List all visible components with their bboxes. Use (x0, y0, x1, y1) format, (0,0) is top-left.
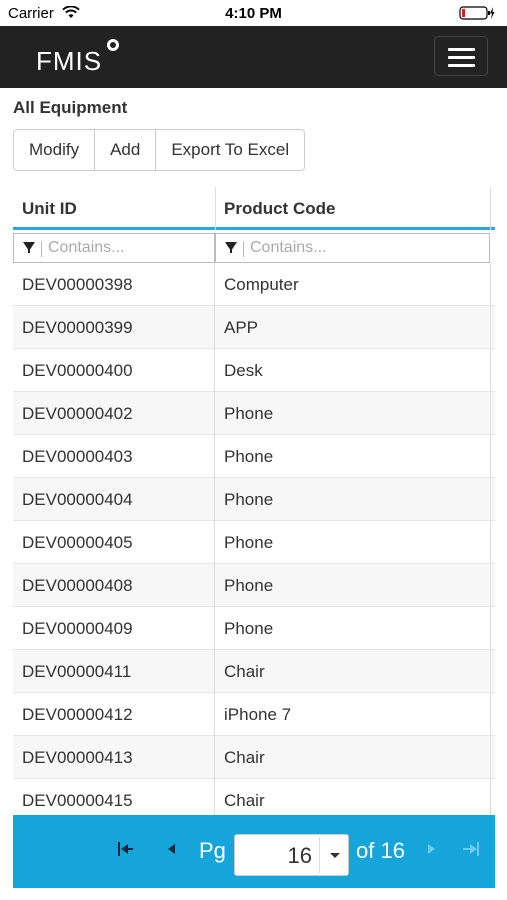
page-title: All Equipment (13, 98, 128, 117)
column-header-product-code[interactable]: Product Code (215, 187, 491, 230)
unit-id-cell: DEV00000403 (13, 435, 215, 478)
column-divider (215, 187, 216, 230)
unit-id-cell: DEV00000404 (13, 478, 215, 521)
menu-bar-icon (448, 64, 475, 67)
chevron-down-icon (330, 853, 340, 858)
equipment-grid: Unit ID Product Code Contains... Contain… (13, 187, 495, 815)
status-bar: Carrier 4:10 PM (0, 0, 507, 26)
last-page-icon[interactable] (463, 842, 479, 856)
column-divider (490, 187, 491, 230)
table-row[interactable]: DEV00000399 APP (13, 306, 495, 349)
battery-icon (459, 6, 495, 20)
table-row[interactable]: DEV00000415 Chair (13, 779, 495, 815)
product-code-cell: Phone (215, 521, 491, 564)
table-row[interactable]: DEV00000398 Computer (13, 263, 495, 306)
toolbar-button-group: Modify Add Export To Excel (13, 129, 306, 171)
product-code-cell: Computer (215, 263, 491, 306)
select-divider (319, 837, 320, 873)
unit-id-filter[interactable]: Contains... (13, 233, 215, 263)
logo-ring-icon (107, 39, 119, 51)
product-code-cell: Phone (215, 607, 491, 650)
filter-icon[interactable] (225, 242, 237, 253)
product-code-cell: Phone (215, 435, 491, 478)
unit-id-cell: DEV00000400 (13, 349, 215, 392)
page-count-label: of 16 (356, 838, 405, 863)
unit-id-cell: DEV00000411 (13, 650, 215, 693)
unit-id-cell: DEV00000413 (13, 736, 215, 779)
table-row[interactable]: DEV00000411 Chair (13, 650, 495, 693)
menu-bar-icon (448, 56, 475, 59)
product-code-cell: Chair (215, 736, 491, 779)
table-row[interactable]: DEV00000404 Phone (13, 478, 495, 521)
modify-button[interactable]: Modify (14, 130, 96, 170)
table-row[interactable]: DEV00000403 Phone (13, 435, 495, 478)
table-row[interactable]: DEV00000408 Phone (13, 564, 495, 607)
previous-page-icon[interactable] (168, 844, 175, 854)
unit-id-cell: DEV00000408 (13, 564, 215, 607)
next-page-icon[interactable] (428, 844, 435, 854)
table-row[interactable]: DEV00000400 Desk (13, 349, 495, 392)
app-header: FMIS (0, 26, 507, 88)
grid-rows: DEV00000398 Computer DEV00000399 APP DEV00… (13, 263, 495, 815)
table-row[interactable]: DEV00000402 Phone (13, 392, 495, 435)
unit-id-cell: DEV00000412 (13, 693, 215, 736)
product-code-cell: Phone (215, 392, 491, 435)
product-code-cell: Chair (215, 650, 491, 693)
grid-header: Unit ID Product Code (13, 187, 495, 230)
unit-id-cell: DEV00000402 (13, 392, 215, 435)
filter-divider (243, 241, 244, 257)
app-logo[interactable]: FMIS (36, 46, 102, 77)
unit-id-cell: DEV00000399 (13, 306, 215, 349)
page-label: Pg (199, 838, 226, 863)
product-code-cell: Desk (215, 349, 491, 392)
menu-bar-icon (448, 48, 475, 51)
current-page-value: 16 (287, 843, 312, 868)
export-to-excel-button[interactable]: Export To Excel (156, 130, 305, 170)
add-button[interactable]: Add (95, 130, 157, 170)
column-header-unit-id[interactable]: Unit ID (13, 187, 215, 230)
product-code-cell: Phone (215, 478, 491, 521)
unit-id-cell: DEV00000405 (13, 521, 215, 564)
status-time: 4:10 PM (225, 5, 282, 22)
product-code-cell: Chair (215, 779, 491, 815)
table-row[interactable]: DEV00000413 Chair (13, 736, 495, 779)
hamburger-menu-button[interactable] (434, 36, 488, 76)
product-code-filter[interactable]: Contains... (215, 233, 490, 263)
grid-pager: Pg 16 of 16 (13, 815, 495, 888)
product-code-filter-input[interactable]: Contains... (250, 234, 326, 262)
filter-divider (41, 241, 42, 257)
product-code-cell: APP (215, 306, 491, 349)
filter-icon[interactable] (23, 242, 35, 253)
page-number-select[interactable]: 16 (234, 834, 349, 876)
table-row[interactable]: DEV00000409 Phone (13, 607, 495, 650)
unit-id-cell: DEV00000409 (13, 607, 215, 650)
unit-id-cell: DEV00000415 (13, 779, 215, 815)
table-row[interactable]: DEV00000405 Phone (13, 521, 495, 564)
filter-row: Contains... Contains... (13, 233, 495, 263)
unit-id-filter-input[interactable]: Contains... (48, 234, 124, 262)
product-code-cell: Phone (215, 564, 491, 607)
product-code-cell: iPhone 7 (215, 693, 491, 736)
table-row[interactable]: DEV00000412 iPhone 7 (13, 693, 495, 736)
unit-id-cell: DEV00000398 (13, 263, 215, 306)
